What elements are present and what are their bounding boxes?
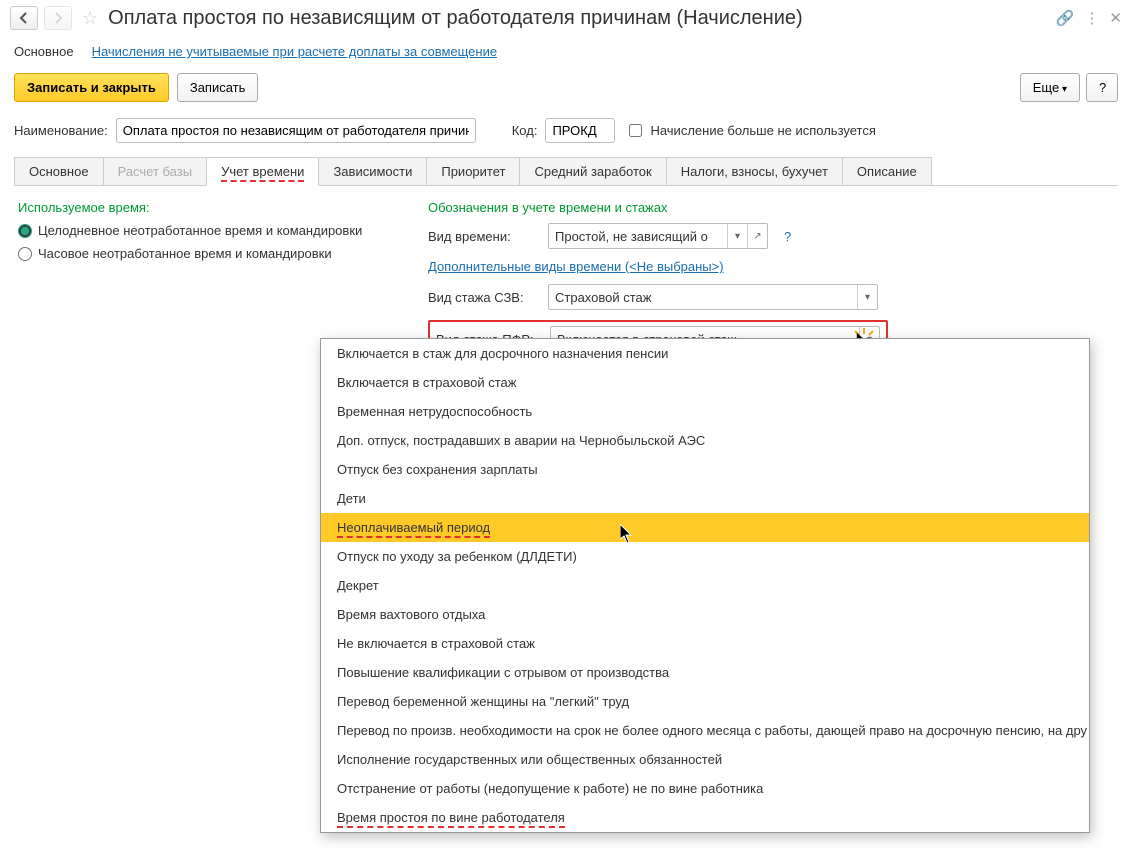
tab[interactable]: Налоги, взносы, бухучет	[666, 157, 843, 185]
dropdown-item[interactable]: Перевод по произв. необходимости на срок…	[321, 716, 1089, 745]
dropdown-item[interactable]: Время простоя по вине работодателя	[321, 803, 1089, 832]
time-type-select[interactable]: Простой, не зависящий о ▾ ↗	[548, 223, 768, 249]
pfr-dropdown[interactable]: Включается в стаж для досрочного назначе…	[320, 338, 1090, 833]
dropdown-item[interactable]: Включается в страховой стаж	[321, 368, 1089, 397]
help-button[interactable]: ?	[1086, 73, 1118, 102]
radio-full-day-label: Целодневное неотработанное время и коман…	[38, 223, 362, 238]
chevron-down-icon[interactable]: ▾	[857, 285, 877, 309]
radio-hourly-label: Часовое неотработанное время и командиро…	[38, 246, 332, 261]
szv-select[interactable]: Страховой стаж ▾	[548, 284, 878, 310]
chevron-down-icon[interactable]: ▾	[727, 224, 747, 248]
dropdown-item[interactable]: Отпуск без сохранения зарплаты	[321, 455, 1089, 484]
kebab-menu-icon[interactable]: ⋮	[1084, 9, 1099, 27]
not-used-label: Начисление больше не используется	[650, 123, 875, 138]
tab[interactable]: Учет времени	[206, 157, 319, 186]
designations-title: Обозначения в учете времени и стажах	[428, 200, 888, 215]
dropdown-item[interactable]: Неоплачиваемый период	[321, 513, 1089, 542]
dropdown-item[interactable]: Исполнение государственных или обществен…	[321, 745, 1089, 774]
code-input[interactable]	[545, 118, 615, 143]
dropdown-item[interactable]: Декрет	[321, 571, 1089, 600]
subnav-link[interactable]: Начисления не учитываемые при расчете до…	[92, 44, 498, 59]
save-and-close-button[interactable]: Записать и закрыть	[14, 73, 169, 102]
szv-value: Страховой стаж	[549, 290, 857, 305]
dropdown-item[interactable]: Перевод беременной женщины на "легкий" т…	[321, 687, 1089, 716]
dropdown-item[interactable]: Отпуск по уходу за ребенком (ДЛДЕТИ)	[321, 542, 1089, 571]
tab[interactable]: Описание	[842, 157, 932, 185]
dropdown-item[interactable]: Дети	[321, 484, 1089, 513]
radio-full-day[interactable]	[18, 224, 32, 238]
code-label: Код:	[512, 123, 538, 138]
name-label: Наименование:	[14, 123, 108, 138]
tab[interactable]: Средний заработок	[519, 157, 666, 185]
page-title: Оплата простоя по независящим от работод…	[108, 7, 1050, 30]
name-input[interactable]	[116, 118, 476, 143]
tab[interactable]: Основное	[14, 157, 104, 185]
nav-back-button[interactable]	[10, 6, 38, 30]
more-button[interactable]: Еще	[1020, 73, 1080, 102]
szv-label: Вид стажа СЗВ:	[428, 290, 538, 305]
nav-forward-button[interactable]	[44, 6, 72, 30]
additional-time-types-link[interactable]: Дополнительные виды времени (<Не выбраны…	[428, 259, 724, 274]
time-type-label: Вид времени:	[428, 229, 538, 244]
close-icon[interactable]: ✕	[1109, 9, 1122, 27]
link-icon[interactable]: 🔗	[1056, 9, 1075, 27]
dropdown-item[interactable]: Включается в стаж для досрочного назначе…	[321, 339, 1089, 368]
dropdown-item[interactable]: Повышение квалификации с отрывом от прои…	[321, 658, 1089, 687]
subnav-main[interactable]: Основное	[14, 44, 74, 59]
tab[interactable]: Приоритет	[426, 157, 520, 185]
not-used-checkbox[interactable]	[629, 124, 642, 137]
used-time-title: Используемое время:	[18, 200, 398, 215]
dropdown-item[interactable]: Не включается в страховой стаж	[321, 629, 1089, 658]
tab[interactable]: Зависимости	[318, 157, 427, 185]
dropdown-item[interactable]: Время вахтового отдыха	[321, 600, 1089, 629]
tab: Расчет базы	[103, 157, 208, 185]
dropdown-item[interactable]: Отстранение от работы (недопущение к раб…	[321, 774, 1089, 803]
tabs: ОсновноеРасчет базыУчет времениЗависимос…	[14, 157, 1118, 186]
dropdown-item[interactable]: Временная нетрудоспособность	[321, 397, 1089, 426]
help-icon[interactable]: ?	[784, 229, 791, 244]
radio-hourly[interactable]	[18, 247, 32, 261]
save-button[interactable]: Записать	[177, 73, 259, 102]
open-ref-icon[interactable]: ↗	[747, 224, 767, 248]
dropdown-item[interactable]: Доп. отпуск, пострадавших в аварии на Че…	[321, 426, 1089, 455]
favorite-star-icon[interactable]: ☆	[82, 8, 98, 29]
time-type-value: Простой, не зависящий о	[549, 229, 727, 244]
